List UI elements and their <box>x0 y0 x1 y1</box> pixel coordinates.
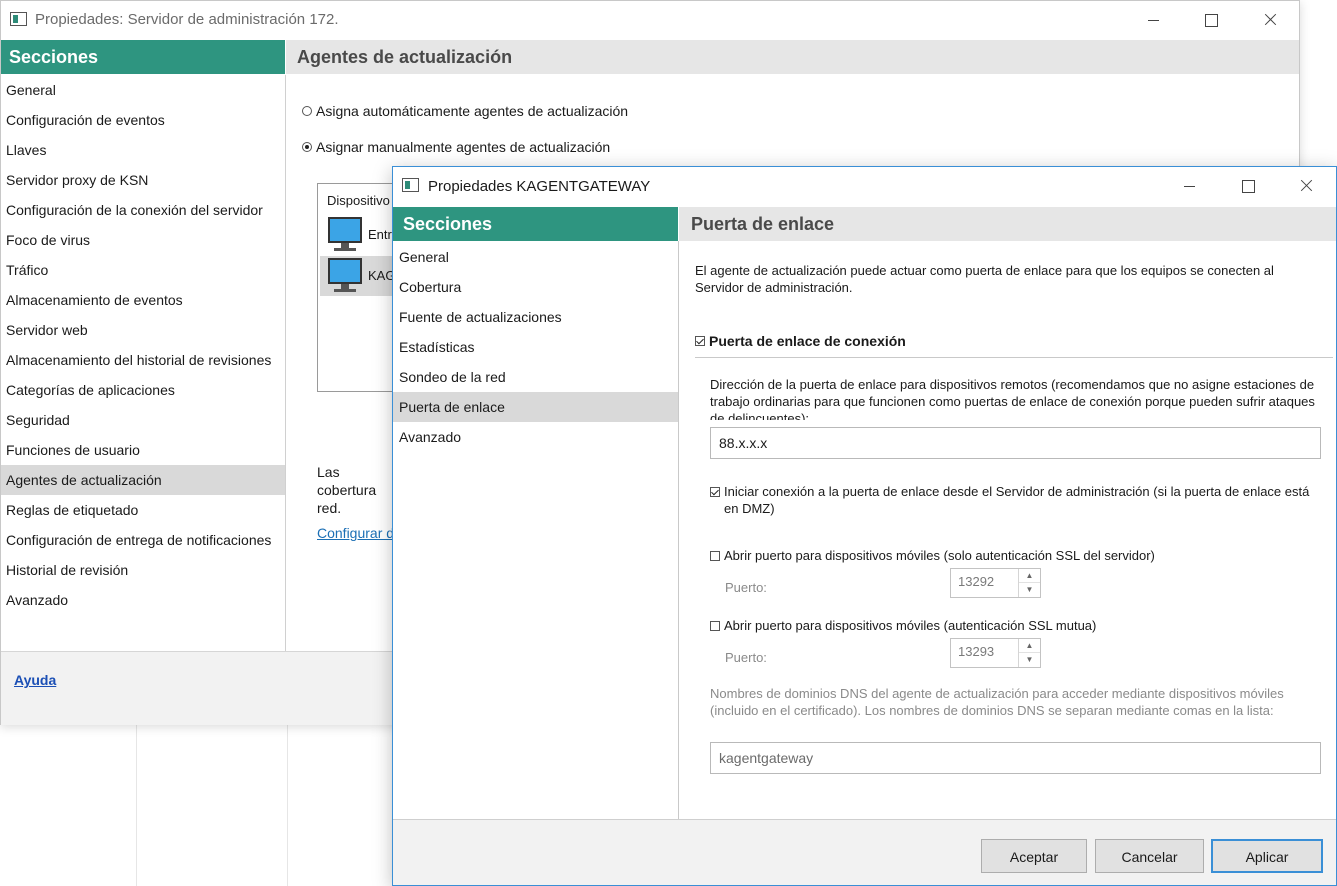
chevron-down-icon[interactable]: ▼ <box>1019 653 1040 667</box>
checkbox-unchecked[interactable] <box>710 551 720 561</box>
configure-link[interactable]: Configurar de <box>317 525 395 541</box>
section-item-update-source[interactable]: Fuente de actualizaciones <box>393 302 678 332</box>
sections-list: General Configuración de eventos Llaves … <box>1 75 285 615</box>
section-item-network-poll[interactable]: Sondeo de la red <box>393 362 678 392</box>
checkbox-unchecked[interactable] <box>710 621 720 631</box>
section-item-general[interactable]: General <box>1 75 285 105</box>
dns-names-input[interactable]: kagentgateway <box>710 742 1321 774</box>
address-label: Dirección de la puerta de enlace para di… <box>710 377 1315 420</box>
parent-window-title: Propiedades: Servidor de administración … <box>35 11 339 28</box>
radio-auto-assign[interactable]: Asigna automáticamente agentes de actual… <box>302 103 628 119</box>
dialog-sections-list: General Cobertura Fuente de actualizacio… <box>393 242 678 452</box>
section-item-security[interactable]: Seguridad <box>1 405 285 435</box>
gateway-checkbox[interactable]: Puerta de enlace de conexión <box>695 333 906 349</box>
section-item-ksn-proxy[interactable]: Servidor proxy de KSN <box>1 165 285 195</box>
gateway-address-value: 88.x.x.x <box>719 435 768 451</box>
section-item-tagging-rules[interactable]: Reglas de etiquetado <box>1 495 285 525</box>
radio-auto-label: Asigna automáticamente agentes de actual… <box>316 103 629 119</box>
app-window-icon <box>402 178 419 192</box>
dns-names-value: kagentgateway <box>719 750 814 766</box>
maximize-icon[interactable] <box>1228 173 1268 199</box>
port-label: Puerto: <box>725 580 767 595</box>
cancel-button[interactable]: Cancelar <box>1095 839 1204 873</box>
accept-button[interactable]: Aceptar <box>981 839 1087 873</box>
section-item-revision-history[interactable]: Historial de revisión <box>1 555 285 585</box>
maximize-icon[interactable] <box>1191 7 1231 33</box>
radio-button[interactable] <box>302 106 312 116</box>
section-item-gateway[interactable]: Puerta de enlace <box>393 392 678 422</box>
dialog-title: Propiedades KAGENTGATEWAY <box>428 178 651 195</box>
gateway-address-input[interactable]: 88.x.x.x <box>710 427 1321 459</box>
minimize-icon[interactable] <box>1170 173 1210 199</box>
section-item-statistics[interactable]: Estadísticas <box>393 332 678 362</box>
chevron-down-icon[interactable]: ▼ <box>1019 583 1040 597</box>
section-item-notification-delivery[interactable]: Configuración de entrega de notificacion… <box>1 525 285 555</box>
stepper-arrows: ▲ ▼ <box>1018 639 1040 667</box>
sections-header: Secciones <box>1 40 285 74</box>
gateway-description: El agente de actualización puede actuar … <box>695 263 1274 295</box>
section-item-advanced[interactable]: Avanzado <box>1 585 285 615</box>
section-item-revision-history-storage[interactable]: Almacenamiento del historial de revision… <box>1 345 285 375</box>
port-ssl-mutual-stepper[interactable]: 13293 ▲ ▼ <box>950 638 1041 668</box>
dns-names-label: Nombres de dominios DNS del agente de ac… <box>710 686 1284 718</box>
section-item-update-agents[interactable]: Agentes de actualización <box>1 465 285 495</box>
radio-manual-assign[interactable]: Asignar manualmente agentes de actualiza… <box>302 139 610 155</box>
background-divider <box>287 724 288 886</box>
help-link[interactable]: Ayuda <box>14 672 56 688</box>
apply-button[interactable]: Aplicar <box>1211 839 1323 873</box>
section-item-user-roles[interactable]: Funciones de usuario <box>1 435 285 465</box>
chevron-up-icon[interactable]: ▲ <box>1019 639 1040 653</box>
port-label: Puerto: <box>725 650 767 665</box>
dialog-pane-title: Puerta de enlace <box>679 207 1336 241</box>
close-icon[interactable] <box>1250 7 1290 33</box>
initiate-connection-label: Iniciar conexión a la puerta de enlace d… <box>724 484 1310 516</box>
section-divider <box>695 357 1333 358</box>
section-item-advanced[interactable]: Avanzado <box>393 422 678 452</box>
section-item-event-storage[interactable]: Almacenamiento de eventos <box>1 285 285 315</box>
checkbox-checked[interactable] <box>695 336 705 346</box>
dialog-sections-divider <box>678 241 679 819</box>
sections-divider <box>285 75 286 651</box>
background-divider <box>136 724 137 886</box>
section-item-traffic[interactable]: Tráfico <box>1 255 285 285</box>
open-port-ssl-server-checkbox[interactable]: Abrir puerto para dispositivos móviles (… <box>710 547 1155 564</box>
device-column-header[interactable]: Dispositivo <box>327 193 390 208</box>
radio-button-checked[interactable] <box>302 142 312 152</box>
section-item-general[interactable]: General <box>393 242 678 272</box>
gateway-checkbox-label: Puerta de enlace de conexión <box>709 333 906 349</box>
open-port-ssl-mutual-label: Abrir puerto para dispositivos móviles (… <box>724 618 1097 633</box>
section-item-keys[interactable]: Llaves <box>1 135 285 165</box>
checkbox-checked[interactable] <box>710 487 720 497</box>
parent-title-bar: Propiedades: Servidor de administración … <box>1 1 1299 39</box>
section-item-virus-outbreak[interactable]: Foco de virus <box>1 225 285 255</box>
open-port-ssl-mutual-checkbox[interactable]: Abrir puerto para dispositivos móviles (… <box>710 617 1096 634</box>
minimize-icon[interactable] <box>1134 7 1174 33</box>
radio-manual-label: Asignar manualmente agentes de actualiza… <box>316 139 611 155</box>
coverage-text: Las cobertura red. <box>317 464 377 516</box>
port-ssl-server-stepper[interactable]: 13292 ▲ ▼ <box>950 568 1041 598</box>
pane-title: Agentes de actualización <box>286 40 1299 74</box>
stepper-arrows: ▲ ▼ <box>1018 569 1040 597</box>
section-item-server-connection[interactable]: Configuración de la conexión del servido… <box>1 195 285 225</box>
dialog-title-bar: Propiedades KAGENTGATEWAY <box>393 167 1336 205</box>
port-ssl-server-value: 13292 <box>958 574 995 589</box>
monitor-icon <box>328 217 362 253</box>
section-item-coverage[interactable]: Cobertura <box>393 272 678 302</box>
port-ssl-mutual-value: 13293 <box>958 644 995 659</box>
section-item-web-server[interactable]: Servidor web <box>1 315 285 345</box>
open-port-ssl-server-label: Abrir puerto para dispositivos móviles (… <box>724 548 1155 563</box>
dialog-sections-header: Secciones <box>393 207 678 241</box>
monitor-icon <box>328 258 362 294</box>
kagentgateway-properties-dialog: Propiedades KAGENTGATEWAY Secciones Puer… <box>392 166 1337 886</box>
section-item-app-categories[interactable]: Categorías de aplicaciones <box>1 375 285 405</box>
app-window-icon <box>10 12 27 26</box>
section-item-event-config[interactable]: Configuración de eventos <box>1 105 285 135</box>
chevron-up-icon[interactable]: ▲ <box>1019 569 1040 583</box>
initiate-connection-checkbox[interactable]: Iniciar conexión a la puerta de enlace d… <box>710 483 1310 517</box>
close-icon[interactable] <box>1286 173 1326 199</box>
